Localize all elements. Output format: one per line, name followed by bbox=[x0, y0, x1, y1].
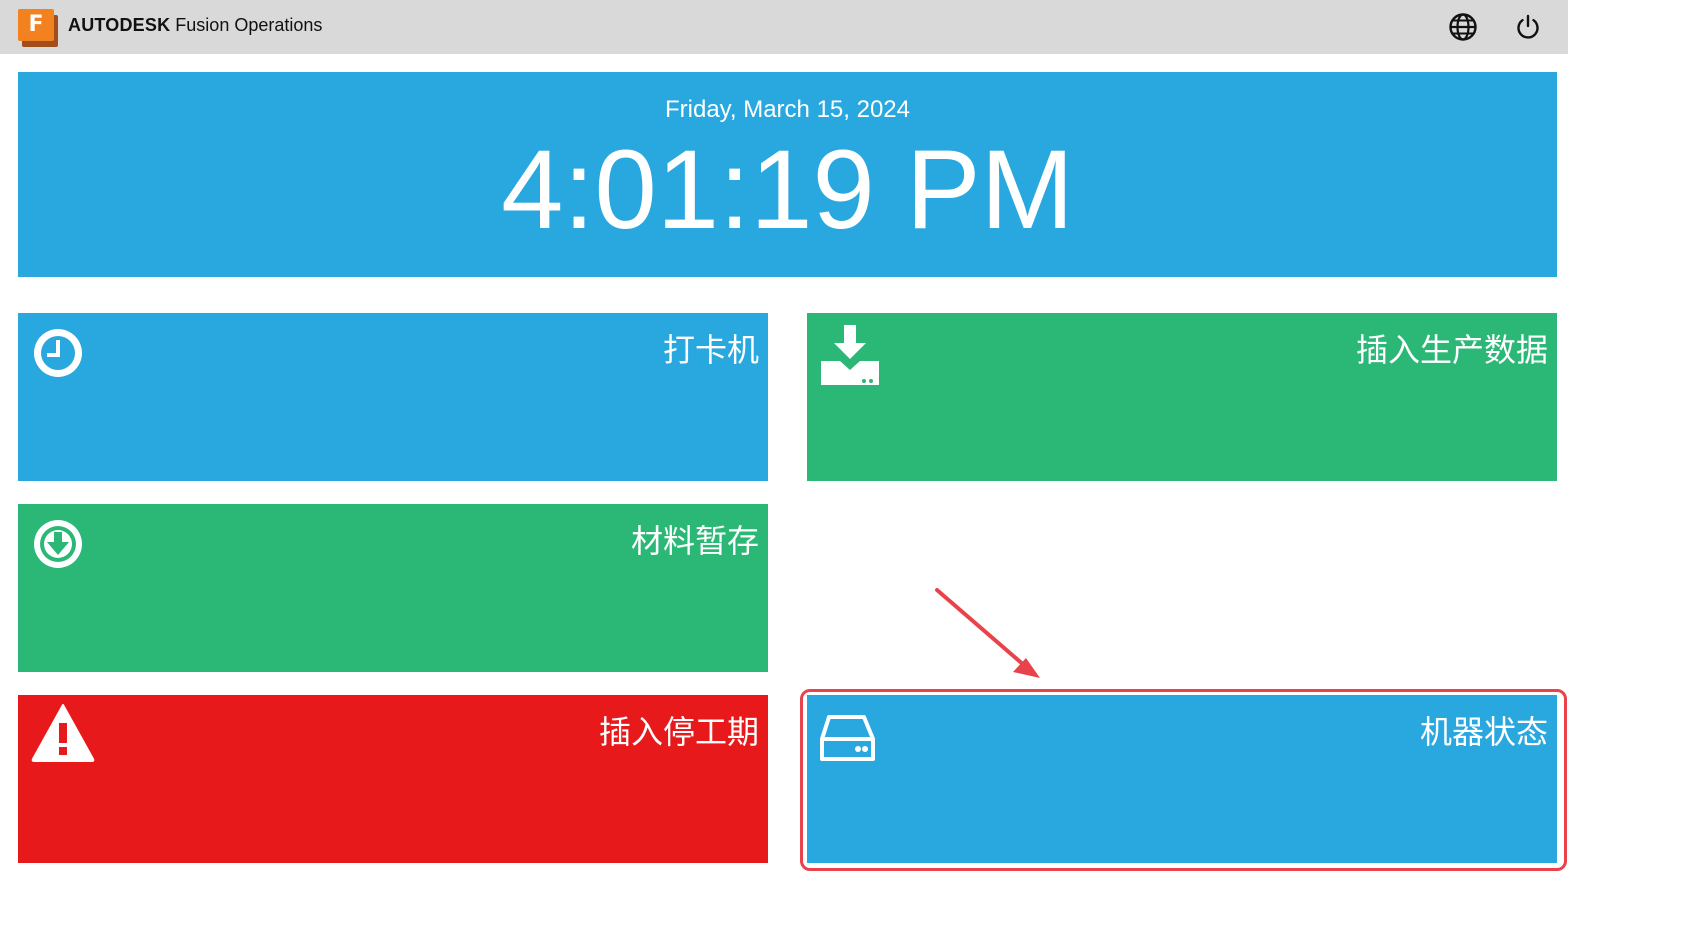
brand-name: AUTODESK bbox=[68, 15, 171, 35]
tile-insert-production-data[interactable]: 插入生产数据 bbox=[807, 313, 1557, 481]
tile-label: 打卡机 bbox=[662, 331, 759, 369]
logo-letter: F bbox=[18, 9, 54, 41]
current-time: 4:01:19 PM bbox=[501, 127, 1074, 252]
download-tray-icon bbox=[820, 325, 879, 387]
power-icon[interactable] bbox=[1513, 12, 1543, 42]
tile-time-clock[interactable]: 打卡机 bbox=[18, 313, 768, 481]
download-circle-icon bbox=[31, 516, 89, 574]
tile-machine-status[interactable]: 机器状态 bbox=[807, 695, 1557, 863]
top-bar: F AUTODESK Fusion Operations bbox=[0, 0, 1568, 54]
warning-icon bbox=[31, 703, 95, 767]
clock-banner: Friday, March 15, 2024 4:01:19 PM bbox=[18, 72, 1557, 277]
tile-label: 机器状态 bbox=[1419, 713, 1548, 751]
autodesk-fusion-logo: F bbox=[18, 9, 58, 47]
current-date: Friday, March 15, 2024 bbox=[664, 96, 910, 123]
globe-icon[interactable] bbox=[1448, 12, 1478, 42]
app-title: AUTODESK Fusion Operations bbox=[68, 15, 322, 36]
product-name: Fusion Operations bbox=[175, 15, 323, 35]
tile-material-staging[interactable]: 材料暂存 bbox=[18, 504, 768, 672]
hard-drive-icon bbox=[820, 707, 878, 765]
tile-label: 材料暂存 bbox=[630, 522, 759, 560]
tile-label: 插入生产数据 bbox=[1355, 331, 1548, 369]
annotation-arrow bbox=[935, 588, 1040, 678]
clock-icon bbox=[31, 325, 89, 383]
tile-insert-downtime[interactable]: 插入停工期 bbox=[18, 695, 768, 863]
tile-label: 插入停工期 bbox=[598, 713, 759, 751]
